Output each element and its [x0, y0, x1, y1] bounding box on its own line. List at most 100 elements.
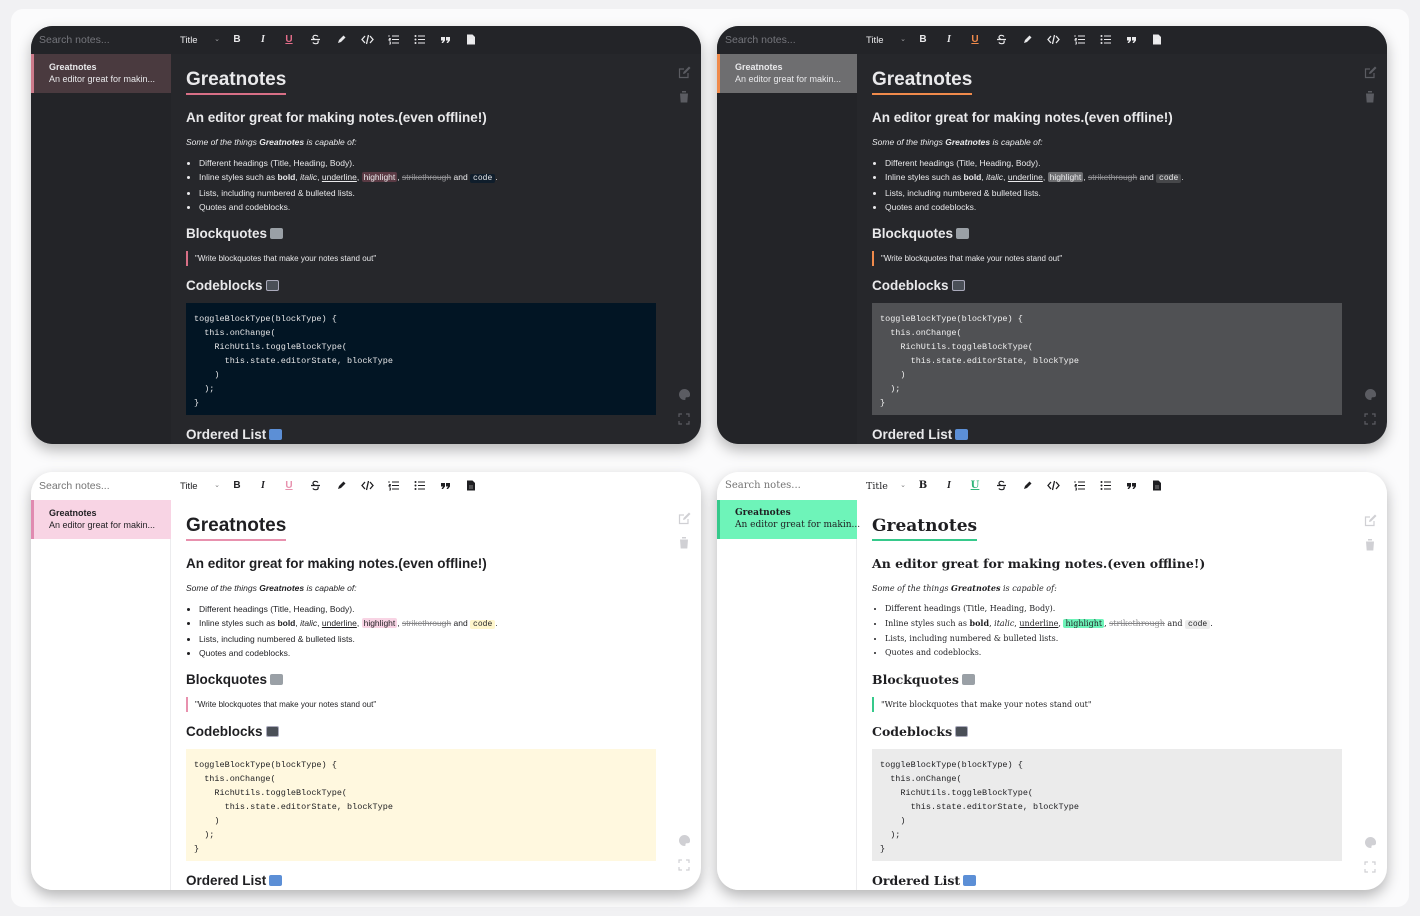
- megaphone-icon: [270, 674, 284, 685]
- bold-button[interactable]: B: [224, 472, 250, 500]
- quote-icon[interactable]: [1118, 472, 1144, 500]
- editor-content[interactable]: Greatnotes An editor great for making no…: [186, 514, 656, 890]
- editor-pane[interactable]: Greatnotes An editor great for making no…: [857, 500, 1387, 890]
- list-item: Lists, including numbered & bulleted lis…: [885, 632, 1342, 646]
- ordered-list-icon[interactable]: [380, 26, 406, 54]
- trash-icon[interactable]: [1364, 536, 1378, 560]
- editor-content[interactable]: Greatnotes An editor great for making no…: [186, 68, 656, 444]
- bullet-list-icon[interactable]: [406, 26, 432, 54]
- block-type-label: Title: [866, 480, 888, 492]
- edit-icon[interactable]: [1364, 512, 1378, 536]
- bullet-list-icon[interactable]: [1092, 472, 1118, 500]
- search-input[interactable]: [31, 26, 171, 54]
- bullet-list-icon[interactable]: [1092, 26, 1118, 54]
- italic-button[interactable]: I: [250, 26, 276, 54]
- doc-intro: Some of the things Greatnotes is capable…: [186, 583, 357, 593]
- block-type-select[interactable]: Title ⌄: [180, 35, 224, 46]
- ordered-list-icon[interactable]: [380, 472, 406, 500]
- note-item-preview: An editor great for makin...: [735, 520, 861, 530]
- blockquotes-heading: Blockquotes: [186, 671, 656, 689]
- code-icon[interactable]: [1040, 26, 1066, 54]
- edit-icon[interactable]: [678, 512, 692, 536]
- italic-button[interactable]: I: [936, 472, 962, 500]
- note-list-item[interactable]: Greatnotes An editor great for makin...: [31, 500, 171, 539]
- block-type-select[interactable]: Title ⌄: [866, 35, 910, 46]
- code-icon[interactable]: [354, 472, 380, 500]
- bold-button[interactable]: B: [910, 26, 936, 54]
- formatting-toolbar: Title ⌄ B I U: [857, 26, 1387, 54]
- code-icon[interactable]: [354, 26, 380, 54]
- editor-pane[interactable]: Greatnotes An editor great for making no…: [857, 54, 1387, 444]
- doc-title: Greatnotes: [186, 68, 287, 95]
- fullscreen-icon[interactable]: [678, 412, 692, 436]
- underline-button[interactable]: U: [962, 472, 988, 500]
- search-input[interactable]: [717, 26, 857, 54]
- italic-button[interactable]: I: [936, 26, 962, 54]
- palette-icon[interactable]: [1364, 834, 1378, 858]
- underline-button[interactable]: U: [276, 26, 302, 54]
- codeblock-icon[interactable]: [1144, 472, 1170, 500]
- note-list-item[interactable]: Greatnotes An editor great for makin...: [31, 54, 171, 93]
- code-block: toggleBlockType(blockType) { this.onChan…: [872, 303, 1342, 415]
- trash-icon[interactable]: [678, 90, 692, 114]
- list-item: Different headings (Title, Heading, Body…: [199, 602, 656, 616]
- quote-icon[interactable]: [1118, 26, 1144, 54]
- codeblock-icon[interactable]: [1144, 26, 1170, 54]
- code-icon[interactable]: [1040, 472, 1066, 500]
- underline-button[interactable]: U: [962, 26, 988, 54]
- codeblock-icon[interactable]: [458, 26, 484, 54]
- editor-content[interactable]: Greatnotes An editor great for making no…: [872, 68, 1342, 444]
- edit-icon[interactable]: [1364, 66, 1378, 90]
- ordered-list-icon[interactable]: [1066, 472, 1092, 500]
- palette-icon[interactable]: [1364, 388, 1378, 412]
- palette-icon[interactable]: [678, 388, 692, 412]
- bold-button[interactable]: B: [910, 472, 936, 500]
- edit-icon[interactable]: [678, 66, 692, 90]
- note-actions: [678, 512, 692, 560]
- note-item-preview: An editor great for makin...: [49, 74, 156, 84]
- strikethrough-icon[interactable]: [988, 26, 1014, 54]
- highlighter-icon[interactable]: [328, 472, 354, 500]
- search-input[interactable]: [717, 472, 857, 500]
- note-list-item[interactable]: Greatnotes An editor great for makin...: [717, 54, 857, 93]
- search-input[interactable]: [31, 472, 171, 500]
- block-type-label: Title: [866, 34, 884, 46]
- highlighter-icon[interactable]: [1014, 26, 1040, 54]
- trash-icon[interactable]: [1364, 90, 1378, 114]
- list-item: Quotes and codeblocks.: [885, 200, 1342, 214]
- block-type-select[interactable]: Title ⌄: [866, 481, 910, 492]
- monitor-icon: [265, 726, 279, 737]
- codeblocks-heading: Codeblocks: [872, 277, 1342, 295]
- fullscreen-icon[interactable]: [678, 858, 692, 882]
- fullscreen-icon[interactable]: [1364, 858, 1378, 882]
- top-bar: Title ⌄ B I U: [717, 472, 1387, 500]
- doc-title: Greatnotes: [186, 514, 287, 541]
- highlight-sample: highlight: [1063, 619, 1105, 628]
- bullet-list-icon[interactable]: [406, 472, 432, 500]
- italic-button[interactable]: I: [250, 472, 276, 500]
- editor-pane[interactable]: Greatnotes An editor great for making no…: [171, 54, 701, 444]
- list-item: Inline styles such as bold, italic, unde…: [885, 170, 1342, 186]
- quote-icon[interactable]: [432, 472, 458, 500]
- note-list-item[interactable]: Greatnotes An editor great for makin...: [717, 500, 861, 539]
- highlighter-icon[interactable]: [328, 26, 354, 54]
- fullscreen-icon[interactable]: [1364, 412, 1378, 436]
- palette-icon[interactable]: [678, 834, 692, 858]
- highlighter-icon[interactable]: [1014, 472, 1040, 500]
- view-actions: [678, 388, 692, 436]
- editor-content[interactable]: Greatnotes An editor great for making no…: [872, 514, 1342, 890]
- codeblock-icon[interactable]: [458, 472, 484, 500]
- bold-button[interactable]: B: [224, 26, 250, 54]
- underline-button[interactable]: U: [276, 472, 302, 500]
- codeblocks-heading: Codeblocks: [186, 723, 656, 741]
- strikethrough-icon[interactable]: [302, 472, 328, 500]
- block-type-select[interactable]: Title ⌄: [180, 481, 224, 492]
- strikethrough-icon[interactable]: [302, 26, 328, 54]
- blockquote: "Write blockquotes that make your notes …: [186, 251, 656, 266]
- ordered-list-icon[interactable]: [1066, 26, 1092, 54]
- note-actions: [1364, 512, 1378, 560]
- quote-icon[interactable]: [432, 26, 458, 54]
- strikethrough-icon[interactable]: [988, 472, 1014, 500]
- editor-pane[interactable]: Greatnotes An editor great for making no…: [171, 500, 701, 890]
- trash-icon[interactable]: [678, 536, 692, 560]
